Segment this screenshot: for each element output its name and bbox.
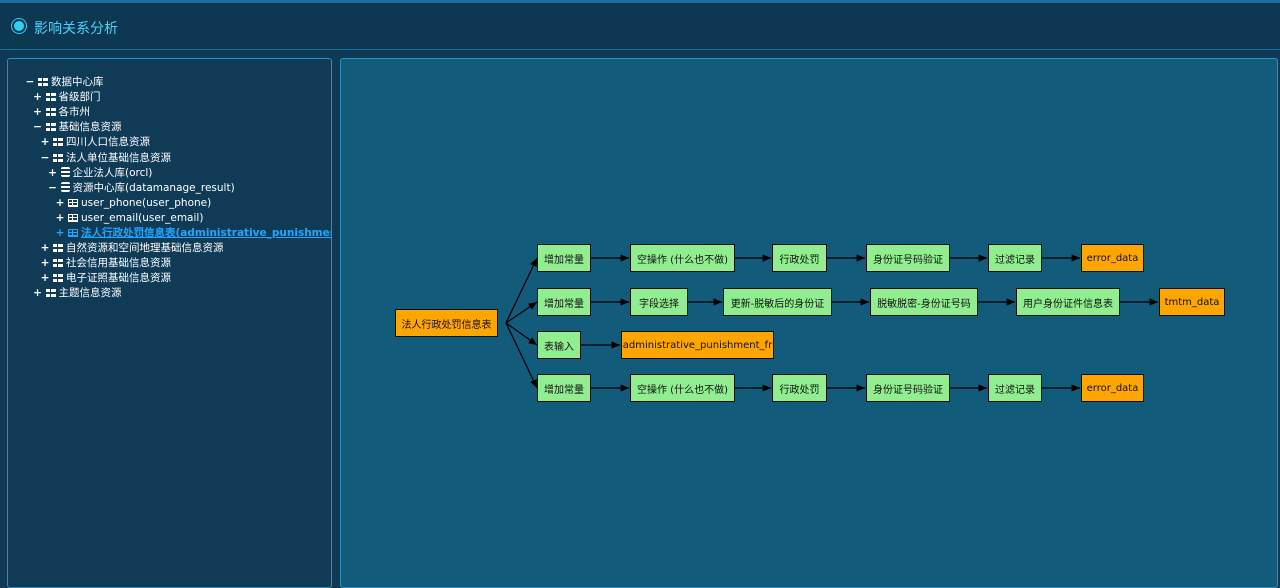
step-node[interactable]: 增加常量 (537, 374, 591, 402)
step-node[interactable]: 更新-脱敏后的身份证 (723, 288, 832, 316)
step-node[interactable]: 过滤记录 (988, 244, 1042, 272)
step-node[interactable]: 空操作 (什么也不做) (630, 244, 735, 272)
step-node[interactable]: 空操作 (什么也不做) (630, 374, 735, 402)
step-node[interactable]: 脱敏脱密-身份证号码 (870, 288, 978, 316)
step-node[interactable]: 身份证号码验证 (866, 374, 950, 402)
step-node[interactable]: 身份证号码验证 (866, 244, 950, 272)
step-node[interactable]: 行政处罚 (772, 244, 827, 272)
step-node[interactable]: 用户身份证件信息表 (1016, 288, 1120, 316)
graph-edge (505, 322, 538, 389)
output-node[interactable]: error_data (1081, 374, 1144, 402)
graph-edge (505, 257, 538, 324)
output-node[interactable]: 法人行政处罚信息表 (395, 309, 498, 337)
step-node[interactable]: 增加常量 (537, 244, 591, 272)
step-node[interactable]: 过滤记录 (988, 374, 1042, 402)
output-node[interactable]: tmtm_data (1159, 288, 1225, 316)
step-node[interactable]: 表输入 (537, 331, 581, 359)
output-node[interactable]: administrative_punishment_fr (621, 331, 774, 359)
step-node[interactable]: 字段选择 (630, 288, 688, 316)
output-node[interactable]: error_data (1081, 244, 1144, 272)
step-node[interactable]: 增加常量 (537, 288, 591, 316)
step-node[interactable]: 行政处罚 (772, 374, 827, 402)
